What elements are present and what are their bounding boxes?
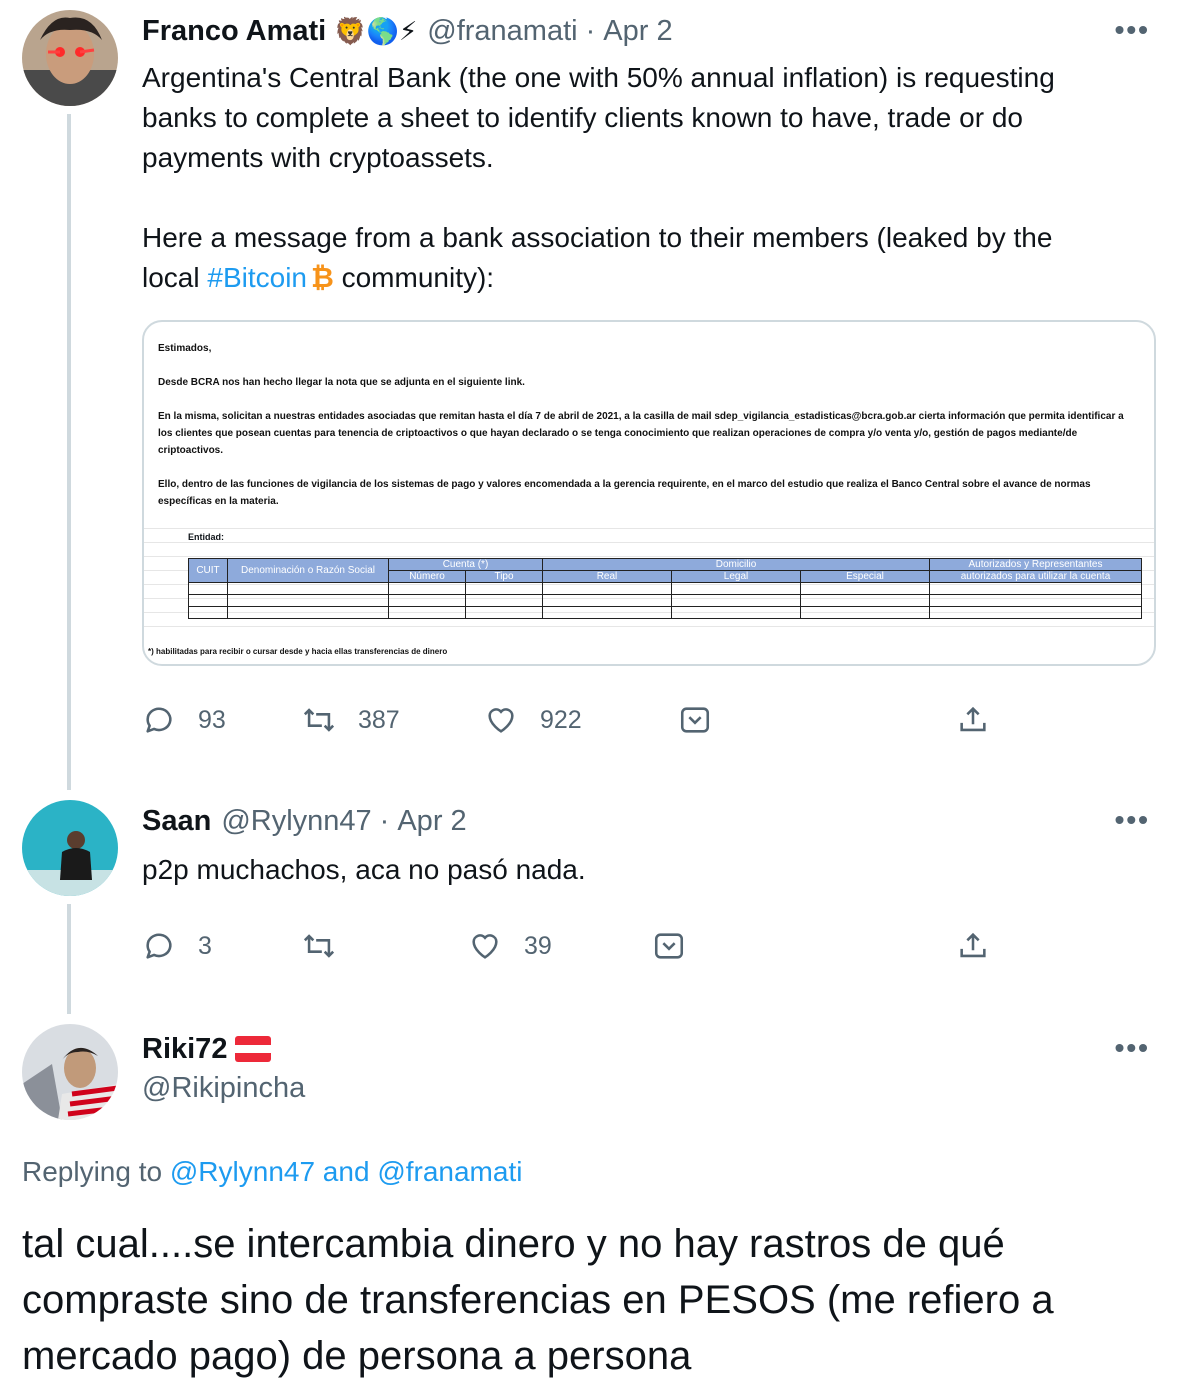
mention-link[interactable]: @franamati [377,1156,522,1187]
retweet-button[interactable] [302,924,336,968]
col-autorizados-2: autorizados para utilizar la cuenta [929,570,1142,583]
bitcoin-icon: ₿ [311,262,334,293]
reply-icon [146,933,172,959]
doc-paragraph: Ello, dentro de las funciones de vigilan… [158,479,1091,507]
tweet2-text: p2p muchachos, aca no pasó nada. [142,854,586,885]
tweet3-header: Riki72 [142,1030,272,1068]
more-options-icon[interactable]: ••• [1115,804,1150,836]
doc-paragraph: En la misma, solicitan a nuestras entida… [158,411,1124,456]
separator-dot: · [379,804,390,837]
share-button[interactable] [956,924,990,968]
tweet3-text: tal cual....se intercambia dinero y no h… [22,1222,1054,1378]
heart-icon [488,708,514,733]
thread-line [67,114,71,790]
like-button[interactable]: 39 [468,924,552,968]
retweet-count: 387 [358,705,400,734]
col-numero: Número [388,570,466,583]
tweet1-header: Franco Amati 🦁🌎⚡ @franamati · Apr 2 [142,12,673,50]
retweet-button[interactable]: 387 [302,698,400,742]
author-name[interactable]: Saan [142,805,211,838]
tweet1-line: Argentina's Central Bank (the one with 5… [142,62,1055,93]
tweet-date[interactable]: Apr 2 [603,15,672,48]
more-options-icon[interactable]: ••• [1115,1032,1150,1064]
replying-to: Replying to @Rylynn47 and @franamati [22,1156,523,1187]
more-options-icon[interactable]: ••• [1115,14,1150,46]
doc-paragraph: Desde BCRA nos han hecho llegar la nota … [158,377,525,388]
tweet2-header: Saan @Rylynn47 · Apr 2 [142,802,467,840]
col-autorizados-1: Autorizados y Representantes [929,558,1142,571]
author-handle[interactable]: @Rikipincha [142,1072,305,1105]
tweet-date[interactable]: Apr 2 [397,805,466,838]
doc-entidad: Entidad: [188,532,224,542]
like-count: 39 [524,931,552,960]
save-icon [654,933,684,959]
reply-count: 3 [198,931,212,960]
like-button[interactable]: 922 [484,698,582,742]
table-row [188,582,1142,595]
retweet-icon [303,934,335,958]
col-legal: Legal [671,570,801,583]
author-handle[interactable]: @Rylynn47 [221,805,371,838]
tweet1-line: Here a message from a bank association t… [142,222,1053,253]
col-especial: Especial [800,570,930,583]
col-domicilio: Domicilio [542,558,930,571]
attached-image[interactable]: Estimados, Desde BCRA nos han hecho lleg… [142,320,1156,666]
tweet1-line-5: local #Bitcoin ₿ community): [142,262,495,293]
reply-button[interactable]: 3 [142,924,212,968]
reply-button[interactable]: 93 [142,698,226,742]
thread-line [67,904,71,1014]
table-row [188,594,1142,607]
doc-footnote: *) habilitadas para recibir o cursar des… [148,647,448,656]
share-icon [960,706,986,732]
author-name[interactable]: Franco Amati [142,15,326,48]
col-real: Real [542,570,672,583]
mention-link[interactable]: @Rylynn47 [170,1156,315,1187]
author-handle[interactable]: @franamati [427,15,577,48]
doc-greeting: Estimados, [158,343,212,354]
separator-dot: · [585,14,596,47]
author-name[interactable]: Riki72 [142,1033,227,1066]
like-count: 922 [540,705,582,734]
share-button[interactable] [956,698,990,742]
save-button[interactable] [678,698,712,742]
reply-count: 93 [198,705,226,734]
avatar-franco[interactable] [22,10,118,106]
reply-icon [146,707,172,733]
tweet2-actions: 3 39 [142,924,1002,968]
tweet1-actions: 93 387 922 [142,698,1002,742]
col-cuit: CUIT [188,558,228,583]
save-button[interactable] [652,924,686,968]
table-row [188,606,1142,619]
share-icon [960,932,986,958]
retweet-icon [303,708,335,732]
author-emoji: 🦁🌎⚡ [334,15,418,46]
avatar-saan[interactable] [22,800,118,896]
col-tipo: Tipo [465,570,543,583]
col-denominacion: Denominación o Razón Social [227,558,389,583]
heart-icon [472,934,498,959]
tweet1-line: payments with cryptoassets. [142,142,494,173]
austria-flag-icon [235,1036,272,1062]
hashtag-link[interactable]: #Bitcoin [207,262,307,293]
save-icon [680,707,710,733]
col-cuenta: Cuenta (*) [388,558,543,571]
doc-table: CUIT Denominación o Razón Social Cuenta … [188,558,1142,619]
tweet1-text: Argentina's Central Bank (the one with 5… [142,58,1162,298]
tweet1-line: banks to complete a sheet to identify cl… [142,102,1023,133]
avatar-riki[interactable] [22,1024,118,1120]
